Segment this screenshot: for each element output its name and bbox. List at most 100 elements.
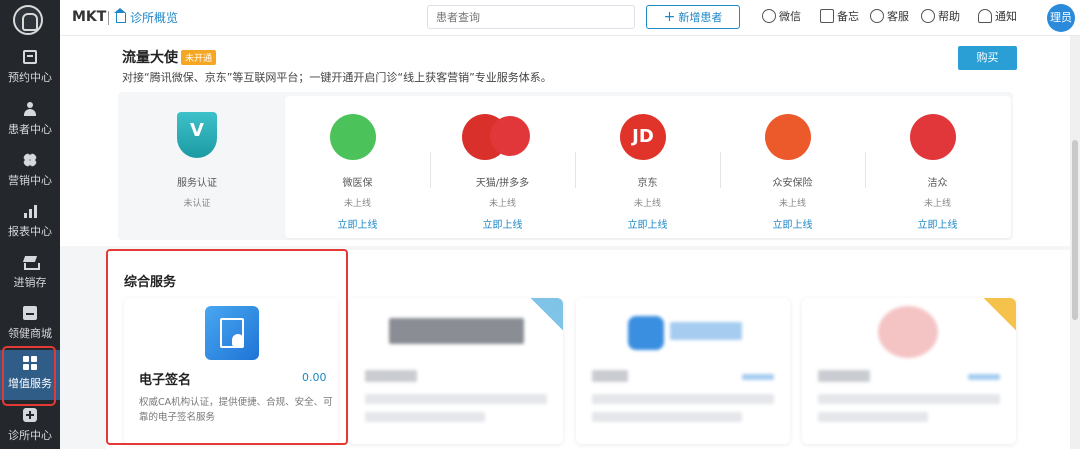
blurred-title <box>818 370 870 382</box>
layers-icon <box>23 255 40 270</box>
go-online-link[interactable]: 立即上线 <box>430 216 575 231</box>
bar-chart-icon <box>23 204 37 218</box>
wechat-button[interactable]: 微信 <box>762 8 801 24</box>
jd-logo-icon: JD <box>620 114 666 160</box>
go-online-link[interactable]: 立即上线 <box>575 216 720 231</box>
memo-button[interactable]: 备忘 <box>820 8 859 24</box>
user-icon <box>23 102 37 116</box>
blurred-price <box>742 374 774 380</box>
platform-status: 未上线 <box>488 199 516 209</box>
platform-name: 洁众 <box>927 178 948 189</box>
go-online-link[interactable]: 立即上线 <box>865 216 1010 231</box>
traffic-title: 流量大使 <box>122 50 178 66</box>
sidebar-item-appointments[interactable]: 预约中心 <box>0 44 60 94</box>
sidebar-item-reports[interactable]: 报表中心 <box>0 198 60 248</box>
help-icon <box>921 9 935 23</box>
app-name: MKT <box>72 9 107 25</box>
shield-icon <box>177 112 217 158</box>
notifications-button[interactable]: 通知 <box>978 8 1017 24</box>
esign-name: 电子签名 <box>139 373 192 388</box>
blurred-title <box>592 370 628 382</box>
divider <box>108 11 109 25</box>
platform-name: 天猫/拼多多 <box>475 178 530 189</box>
blurred-logo <box>389 318 524 344</box>
blurred-text <box>365 394 547 404</box>
headset-icon <box>870 9 884 23</box>
notifications-label: 通知 <box>995 10 1017 23</box>
sidebar-item-marketing[interactable]: 营销中心 <box>0 147 60 197</box>
platform-card[interactable]: 洁众 未上线 立即上线 <box>865 96 1010 238</box>
blurred-text <box>592 394 774 404</box>
memo-label: 备忘 <box>837 10 859 23</box>
sidebar-item-inventory[interactable]: 进销存 <box>0 249 60 299</box>
wechat-icon <box>762 9 776 23</box>
blurred-text <box>818 412 928 422</box>
blurred-text <box>365 412 485 422</box>
sidebar: 预约中心 患者中心 营销中心 报表中心 进销存 领健商城 增值服务 诊所中心 <box>0 0 60 449</box>
services-title: 综合服务 <box>124 275 177 290</box>
blurred-logo-text <box>670 322 742 340</box>
clinic-overview-link[interactable]: 诊所概览 <box>114 8 179 26</box>
status-badge: 未开通 <box>181 50 217 65</box>
avatar[interactable]: 理员 <box>1047 4 1075 32</box>
grid-icon <box>23 356 37 370</box>
esign-icon <box>205 306 259 360</box>
platform-status: 未上线 <box>343 199 371 209</box>
buy-button[interactable]: 购买 <box>958 46 1017 70</box>
sidebar-item-label: 领健商城 <box>8 327 52 340</box>
platform-card[interactable]: 微医保 未上线 立即上线 <box>285 96 430 238</box>
zhongan-logo-icon <box>765 114 811 160</box>
sidebar-item-value-added-services[interactable]: 增值服务 <box>0 350 60 400</box>
service-card[interactable] <box>349 298 563 444</box>
corner-ribbon <box>525 298 563 336</box>
platform-name: 众安保险 <box>772 178 813 189</box>
sidebar-item-shop[interactable]: 领健商城 <box>0 300 60 350</box>
jiezhong-logo-icon <box>910 114 956 160</box>
wechat-label: 微信 <box>779 10 801 23</box>
platform-status: 未上线 <box>923 199 951 209</box>
auth-name: 服务认证 <box>177 178 217 189</box>
blurred-text <box>818 394 1000 404</box>
help-label: 帮助 <box>938 10 960 23</box>
scrollbar-thumb[interactable] <box>1072 140 1078 320</box>
sidebar-item-label: 诊所中心 <box>8 429 52 442</box>
auth-status: 未认证 <box>183 199 211 209</box>
clinic-plus-icon <box>23 408 37 422</box>
esign-description: 权威CA机构认证，提供便捷、合规、安全、可靠的电子签名服务 <box>139 397 333 423</box>
top-bar: MKT 诊所概览 +新增患者 微信 备忘 客服 帮助 通知 理员 <box>60 0 1080 36</box>
platforms-box: 微医保 未上线 立即上线 天猫/拼多多 未上线 立即上线 JD 京东 未上线 立… <box>285 96 1011 238</box>
go-online-link[interactable]: 立即上线 <box>285 216 430 231</box>
add-patient-button[interactable]: + 新增患者 <box>646 5 740 29</box>
platform-card[interactable]: 众安保险 未上线 立即上线 <box>720 96 865 238</box>
platform-name: 微医保 <box>342 178 373 189</box>
service-card[interactable] <box>576 298 790 444</box>
plus-icon: + <box>663 9 676 25</box>
calendar-icon <box>23 50 37 64</box>
help-button[interactable]: 帮助 <box>921 8 960 24</box>
corner-ribbon <box>978 298 1016 336</box>
blurred-logo <box>878 306 938 358</box>
blurred-logo <box>628 316 664 350</box>
blurred-title <box>365 370 417 382</box>
go-online-link[interactable]: 立即上线 <box>720 216 865 231</box>
platform-card[interactable]: JD 京东 未上线 立即上线 <box>575 96 720 238</box>
esign-price: 0.00 <box>302 371 327 384</box>
blurred-text <box>592 412 742 422</box>
sidebar-item-label: 报表中心 <box>8 225 52 238</box>
sidebar-item-label: 增值服务 <box>8 377 52 390</box>
platform-card[interactable]: 天猫/拼多多 未上线 立即上线 <box>430 96 575 238</box>
clinic-logo[interactable] <box>13 5 43 35</box>
sidebar-item-patients[interactable]: 患者中心 <box>0 96 60 146</box>
add-patient-label: 新增患者 <box>678 11 723 24</box>
home-icon <box>114 8 126 23</box>
wei-yibao-logo-icon <box>330 114 376 160</box>
sidebar-item-clinic-center[interactable]: 诊所中心 <box>0 402 60 449</box>
clinic-overview-label: 诊所概览 <box>130 11 179 25</box>
sidebar-item-label: 预约中心 <box>8 71 52 84</box>
patient-search-input[interactable] <box>427 5 635 29</box>
flower-icon <box>23 153 37 167</box>
bell-icon <box>978 9 992 23</box>
sidebar-item-label: 进销存 <box>13 276 47 289</box>
service-card[interactable] <box>802 298 1016 444</box>
customer-service-button[interactable]: 客服 <box>870 8 909 24</box>
